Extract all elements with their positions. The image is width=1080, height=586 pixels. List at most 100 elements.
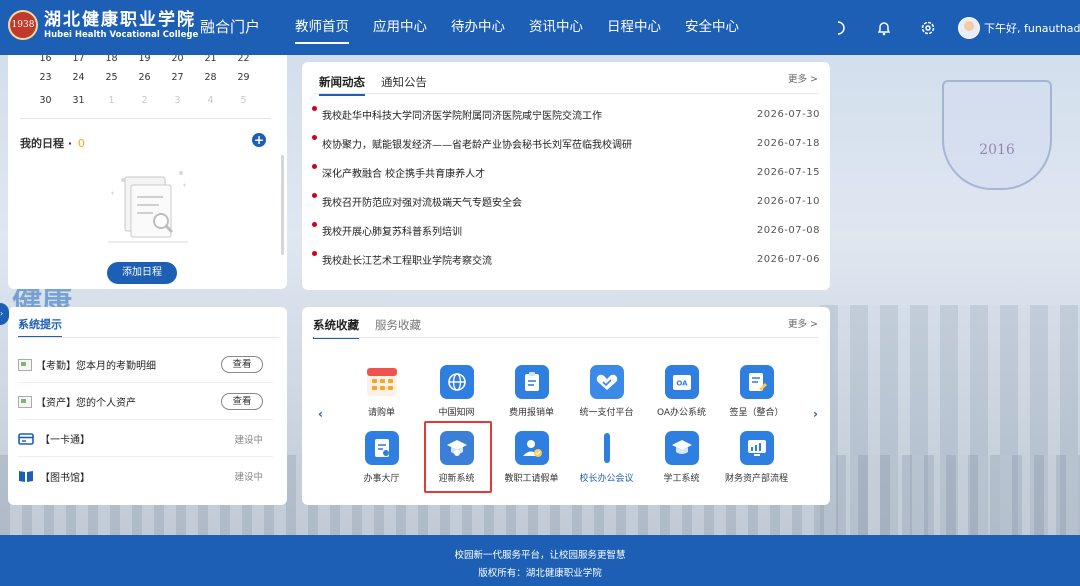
news-item[interactable]: 深化产教融合 校企携手共育康养人才 2026-07-15 <box>312 158 822 187</box>
app-cnki[interactable]: 中国知网 <box>419 359 494 423</box>
divider <box>20 118 271 119</box>
app-unified-payment[interactable]: 统一支付平台 <box>569 359 644 423</box>
book-icon <box>18 468 34 484</box>
divider <box>314 337 818 338</box>
moon-icon[interactable] <box>830 18 850 38</box>
tip-label: 【资产】您的个人资产 <box>36 398 136 409</box>
card-icon <box>18 431 34 447</box>
news-item[interactable]: 我校赴长江艺术工程职业学院考察交流 2026-07-06 <box>312 245 822 274</box>
app-label: 教职工请假单 <box>504 474 559 484</box>
app-sign-document[interactable]: 签呈（整合） <box>719 359 794 423</box>
news-date: 2026-07-08 <box>756 225 820 236</box>
news-title[interactable]: 校协聚力，赋能银发经济——省老龄产业协会秘书长刘军莅临我校调研 <box>322 136 632 151</box>
calendar-day[interactable]: 24 <box>62 72 95 83</box>
empty-document-illustration <box>108 171 188 243</box>
calendar-day-next-month[interactable]: 3 <box>161 95 194 106</box>
add-schedule-button[interactable]: 添加日程 <box>107 262 177 284</box>
apps-more-link[interactable]: 更多 > <box>788 316 818 330</box>
sign-doc-icon <box>739 365 774 399</box>
news-title[interactable]: 我校赴华中科技大学同济医学院附属同济医院咸宁医院交流工作 <box>322 107 602 122</box>
red-dot-icon <box>312 135 317 140</box>
my-schedule-label: 我的日程 <box>20 137 64 150</box>
app-label: OA办公系统 <box>656 408 707 418</box>
view-attendance-button[interactable]: 查看 <box>221 356 263 373</box>
bell-icon[interactable] <box>874 18 894 38</box>
app-staff-leave[interactable]: 教职工请假单 <box>494 425 569 489</box>
app-expense-claim[interactable]: 费用报销单 <box>494 359 569 423</box>
tab-service-favorites[interactable]: 服务收藏 <box>375 317 421 339</box>
tip-item-attendance[interactable]: 【考勤】您本月的考勤明细 查看 <box>18 347 273 383</box>
calendar-day[interactable]: 30 <box>29 95 62 106</box>
app-student-affairs[interactable]: 学工系统 <box>644 425 719 489</box>
calendar-day-next-month[interactable]: 2 <box>128 95 161 106</box>
finance-chart-icon <box>739 431 774 465</box>
calendar-day[interactable]: 28 <box>194 72 227 83</box>
news-date: 2026-07-15 <box>756 167 820 178</box>
gear-icon[interactable] <box>918 18 938 38</box>
schedule-panel: 16 17 18 19 20 21 22 23 24 25 26 27 28 2… <box>8 53 287 289</box>
app-oa-system[interactable]: OA OA办公系统 <box>644 359 719 423</box>
doc-edit-icon <box>364 431 399 465</box>
schedule-count: 0 <box>77 137 85 150</box>
calendar-week-row: 23 24 25 26 27 28 29 <box>8 72 287 83</box>
calendar-day[interactable]: 23 <box>29 72 62 83</box>
chevron-right-icon[interactable]: › <box>813 407 818 421</box>
handshake-icon <box>589 365 624 399</box>
nav-schedule-center[interactable]: 日程中心 <box>595 0 673 55</box>
news-date: 2026-07-30 <box>756 109 820 120</box>
app-finance-assets[interactable]: 财务资产部流程 <box>719 425 794 489</box>
news-item[interactable]: 我校开展心肺复苏科普系列培训 2026-07-08 <box>312 216 822 245</box>
app-welcome-system[interactable]: 迎新系统 <box>419 421 494 493</box>
calendar-day[interactable]: 26 <box>128 72 161 83</box>
plus-circle-icon[interactable]: + <box>252 133 266 147</box>
nav-teacher-home[interactable]: 教师首页 <box>283 0 361 55</box>
calendar-day[interactable]: 29 <box>227 72 260 83</box>
chevron-left-icon[interactable]: ‹ <box>318 407 323 421</box>
main-nav: 教师首页 应用中心 待办中心 资讯中心 日程中心 安全中心 <box>283 0 751 55</box>
news-title[interactable]: 我校赴长江艺术工程职业学院考察交流 <box>322 252 492 267</box>
nav-security-center[interactable]: 安全中心 <box>673 0 751 55</box>
news-item[interactable]: 校协聚力，赋能银发经济——省老龄产业协会秘书长刘军莅临我校调研 2026-07-… <box>312 129 822 158</box>
tip-item-library[interactable]: 【图书馆】 建设中 <box>18 458 273 494</box>
footer-copyright: 版权所有：湖北健康职业学院 <box>478 568 602 579</box>
tip-item-assets[interactable]: 【资产】您的个人资产 查看 <box>18 384 273 420</box>
scrollbar-thumb[interactable] <box>281 155 284 255</box>
schedule-separator: · <box>67 137 73 150</box>
app-service-hall[interactable]: 办事大厅 <box>344 425 419 489</box>
app-purchase-request[interactable]: 请购单 <box>344 359 419 423</box>
tip-item-card[interactable]: 【一卡通】 建设中 <box>18 421 273 457</box>
calendar-day[interactable]: 31 <box>62 95 95 106</box>
news-item[interactable]: 我校赴华中科技大学同济医学院附属同济医院咸宁医院交流工作 2026-07-30 <box>312 100 822 129</box>
news-item[interactable]: 我校召开防范应对强对流极端天气专题安全会 2026-07-10 <box>312 187 822 216</box>
calendar-day-next-month[interactable]: 4 <box>194 95 227 106</box>
calendar-day[interactable]: 25 <box>95 72 128 83</box>
view-assets-button[interactable]: 查看 <box>221 393 263 410</box>
nav-app-center[interactable]: 应用中心 <box>361 0 439 55</box>
broken-image-icon <box>18 358 32 371</box>
news-more-link[interactable]: 更多 > <box>788 71 818 85</box>
app-president-meeting[interactable]: 校长办公会议 <box>569 425 644 489</box>
top-navigation-bar: 1938 湖北健康职业学院 Hubei Health Vocational Co… <box>0 0 1080 55</box>
nav-todo-center[interactable]: 待办中心 <box>439 0 517 55</box>
logo-chinese-name: 湖北健康职业学院 <box>44 10 196 30</box>
calendar-day-next-month[interactable]: 5 <box>227 95 260 106</box>
app-label: 请购单 <box>367 408 395 418</box>
news-date: 2026-07-18 <box>756 138 820 149</box>
nav-news-center[interactable]: 资讯中心 <box>517 0 595 55</box>
user-menu[interactable]: 下午好, funauthadmin ! <box>958 16 1080 39</box>
avatar[interactable] <box>958 16 980 39</box>
footer-slogan: 校园新一代服务平台，让校园服务更智慧 <box>454 550 626 561</box>
news-title[interactable]: 我校开展心肺复苏科普系列培训 <box>322 223 462 238</box>
news-title[interactable]: 深化产教融合 校企携手共育康养人才 <box>322 165 485 180</box>
news-title[interactable]: 我校召开防范应对强对流极端天气专题安全会 <box>322 194 522 209</box>
greeting-text: 下午好, funauthadmin ! <box>984 21 1080 35</box>
calendar-day-next-month[interactable]: 1 <box>95 95 128 106</box>
college-logo[interactable]: 1938 湖北健康职业学院 Hubei Health Vocational Co… <box>8 10 198 40</box>
red-dot-icon <box>312 106 317 111</box>
calendar-day[interactable]: 27 <box>161 72 194 83</box>
clipboard-icon <box>514 365 549 399</box>
news-list: 我校赴华中科技大学同济医学院附属同济医院咸宁医院交流工作 2026-07-30 … <box>312 100 822 274</box>
app-label: 学工系统 <box>663 474 700 484</box>
tab-system-favorites[interactable]: 系统收藏 <box>313 317 359 339</box>
news-date: 2026-07-06 <box>756 254 820 265</box>
